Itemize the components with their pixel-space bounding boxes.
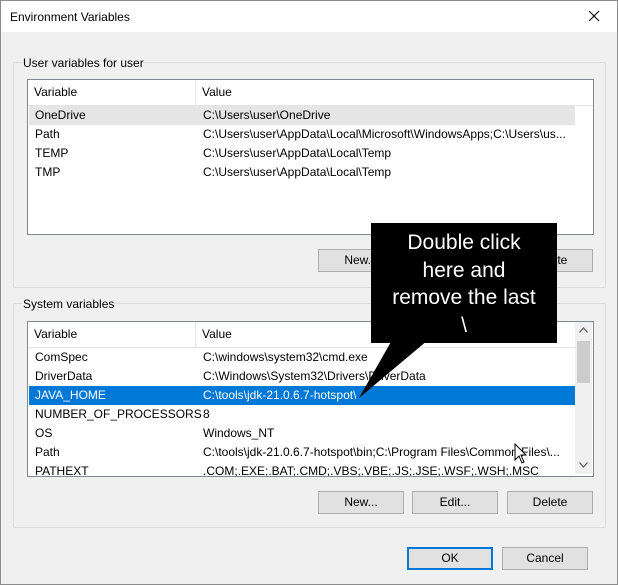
mouse-pointer-icon — [514, 443, 528, 464]
callout-pointer — [359, 340, 428, 398]
